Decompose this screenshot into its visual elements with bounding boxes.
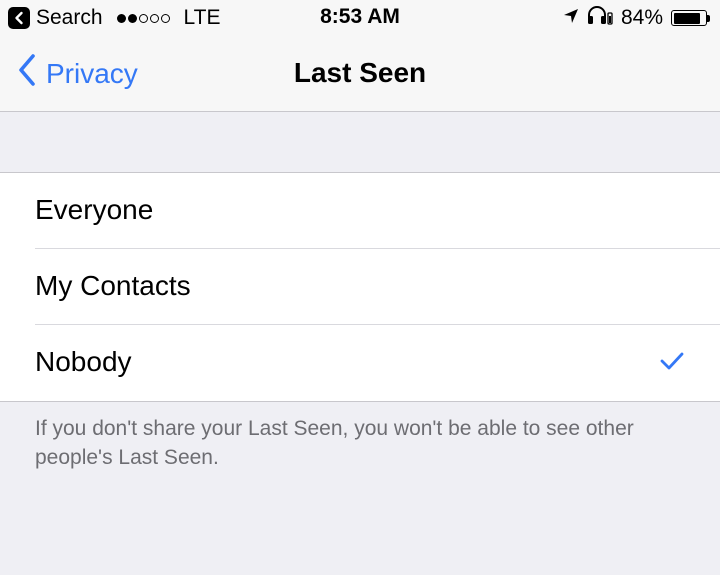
option-everyone[interactable]: Everyone	[0, 173, 720, 249]
option-label: Everyone	[35, 194, 154, 225]
option-label: My Contacts	[35, 270, 191, 301]
page-title: Last Seen	[293, 57, 427, 88]
checkmark-icon	[660, 351, 684, 376]
headphones-icon	[587, 5, 613, 31]
battery-cap	[707, 14, 710, 22]
battery-icon	[671, 10, 710, 26]
option-my-contacts[interactable]: My Contacts	[0, 249, 720, 325]
navigation-bar: Privacy Last Seen	[0, 36, 720, 111]
battery-percent: 84%	[620, 6, 663, 29]
options-list: Everyone My Contacts Nobody	[0, 172, 720, 402]
battery-fill	[673, 12, 700, 24]
battery-body	[671, 10, 707, 26]
status-bar: Search LTE 8:53 AM 84%	[0, 0, 720, 36]
option-label: Nobody	[35, 346, 132, 377]
status-right: 84%	[563, 5, 710, 31]
option-nobody[interactable]: Nobody	[0, 325, 720, 401]
location-arrow-icon	[563, 6, 579, 30]
top-bar: Search LTE 8:53 AM 84% Privacy Last Seen	[0, 0, 720, 112]
screen: Search LTE 8:53 AM 84% Privacy Last Seen…	[0, 0, 720, 575]
footer-note: If you don't share your Last Seen, you w…	[35, 417, 634, 469]
